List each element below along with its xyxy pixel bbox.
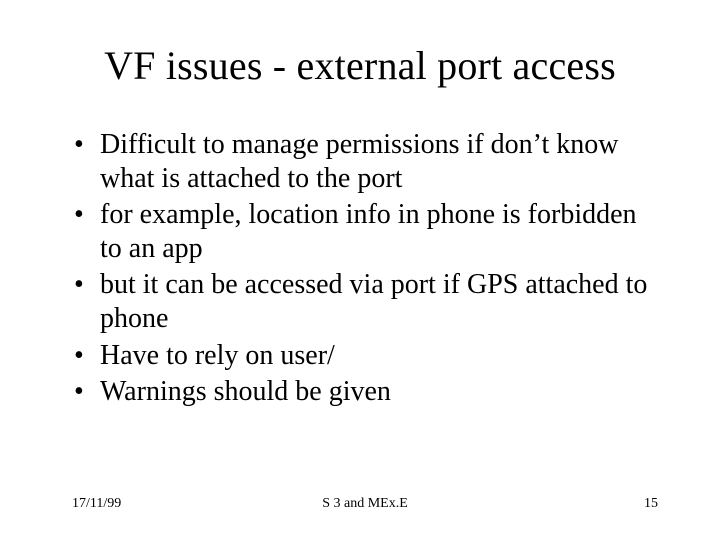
bullet-text: Difficult to manage permissions if don’t…	[100, 129, 618, 194]
bullet-list: Difficult to manage permissions if don’t…	[70, 128, 660, 412]
list-item: but it can be accessed via port if GPS a…	[70, 268, 660, 335]
slide: VF issues - external port access Difficu…	[0, 0, 720, 540]
list-item: for example, location info in phone is f…	[70, 198, 660, 265]
list-item: Warnings should be given	[70, 375, 660, 409]
bullet-text: Warnings should be given	[100, 376, 391, 407]
slide-title: VF issues - external port access	[0, 42, 720, 89]
footer-center: S 3 and MEx.E	[72, 496, 658, 512]
list-item: Difficult to manage permissions if don’t…	[70, 128, 660, 195]
list-item: Have to rely on user/	[70, 339, 660, 373]
footer-page-number: 15	[644, 496, 658, 512]
bullet-text: for example, location info in phone is f…	[100, 199, 637, 264]
bullet-text: Have to rely on user/	[100, 340, 335, 371]
footer-date: 17/11/99	[72, 496, 121, 512]
bullet-text: but it can be accessed via port if GPS a…	[100, 269, 647, 334]
slide-footer: 17/11/99 S 3 and MEx.E 15	[72, 496, 658, 512]
